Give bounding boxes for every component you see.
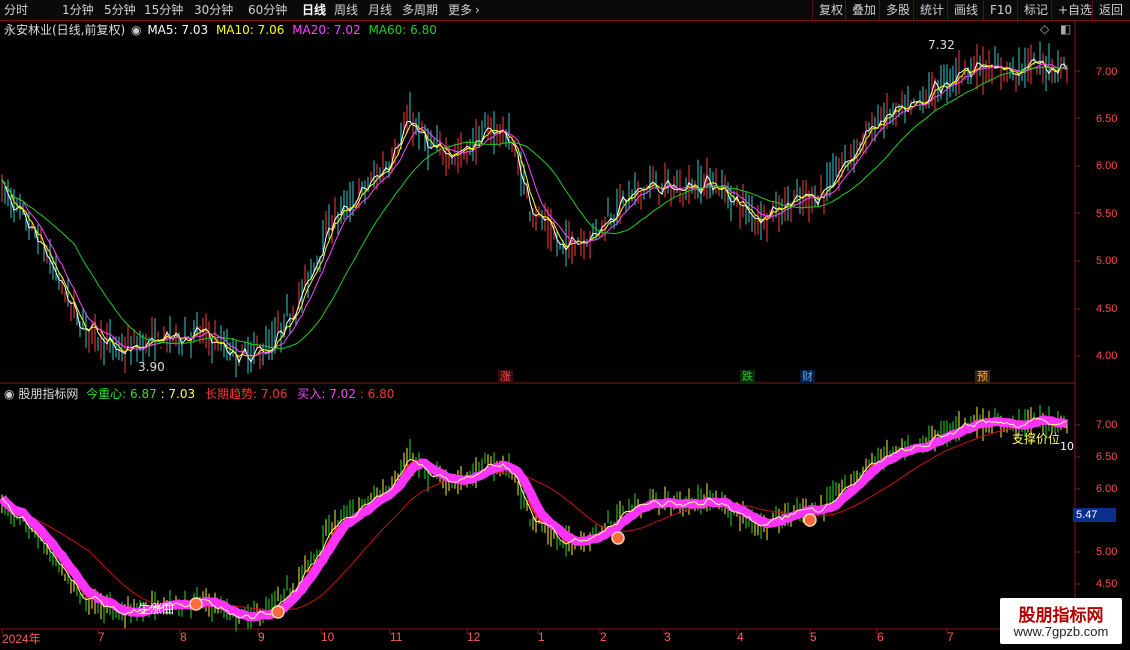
ind-y-tick-label: 6.00 xyxy=(1096,483,1118,495)
kline-chart-canvas[interactable] xyxy=(0,0,1130,650)
current-price-tag: 5.47 xyxy=(1073,508,1116,522)
date-label: 6 xyxy=(877,630,884,644)
date-label: 12 xyxy=(467,630,481,644)
event-marker-rise[interactable]: 涨 xyxy=(498,370,513,384)
buy-signal-dot xyxy=(271,605,285,619)
date-label: 11 xyxy=(390,630,403,644)
settings-circle-icon[interactable]: ◉ xyxy=(4,387,14,401)
buy-signal-dot xyxy=(803,513,817,527)
high-price-annotation: 7.32 xyxy=(928,38,955,52)
low-price-annotation: 3.90 xyxy=(138,360,165,374)
ind-y-tick-label: 6.50 xyxy=(1096,451,1118,463)
buy-extra-legend: : 6.80 xyxy=(359,387,395,401)
y-tick-label: 5.50 xyxy=(1096,208,1118,220)
watermark-title: 股朋指标网 xyxy=(1018,606,1104,626)
date-label: 9 xyxy=(258,630,265,644)
ma60-legend: MA60: 6.80 xyxy=(368,23,437,37)
buy-legend: 买入: 7.02 xyxy=(297,387,356,401)
panel-toggle-icon[interactable]: ◧ xyxy=(1060,22,1071,36)
date-label: 8 xyxy=(180,630,187,644)
watermark-url: www.7gpzb.com xyxy=(1013,624,1109,639)
date-label: 1 xyxy=(538,630,545,644)
ind-y-tick-label: 5.00 xyxy=(1096,546,1118,558)
buy-signal-dot xyxy=(189,597,203,611)
date-label: 7 xyxy=(947,630,954,644)
date-label: 3 xyxy=(664,630,671,644)
y-tick-label: 4.50 xyxy=(1096,303,1118,315)
date-label: 2 xyxy=(600,630,607,644)
date-label: 5 xyxy=(810,630,817,644)
y-tick-label: 5.00 xyxy=(1096,255,1118,267)
event-marker-fall[interactable]: 跌 xyxy=(740,370,755,384)
ma10-line xyxy=(1,60,1068,358)
support-price-annotation: 支撑价位 xyxy=(1012,432,1061,446)
indicator-name: 股朋指标网 xyxy=(18,387,79,401)
trend-legend: 长期趋势: 7.06 xyxy=(204,387,288,401)
y-tick-label: 6.00 xyxy=(1096,160,1118,172)
main-panel-header: 永安林业(日线,前复权) ◉ MA5: 7.03 MA10: 7.06 MA20… xyxy=(4,22,437,38)
site-watermark: 股朋指标网 www.7gpzb.com xyxy=(1000,598,1122,644)
stock-title: 永安林业(日线,前复权) xyxy=(4,23,126,37)
ma20-legend: MA20: 7.02 xyxy=(292,23,361,37)
date-label: 2024年 xyxy=(2,632,41,646)
ma5-line xyxy=(1,58,1068,364)
event-marker-finance[interactable]: 财 xyxy=(800,370,815,384)
diamond-icon[interactable]: ◇ xyxy=(1040,22,1049,36)
settings-circle-icon[interactable]: ◉ xyxy=(131,23,141,37)
ma20-line xyxy=(1,62,1068,357)
ind-y-tick-label: 4.50 xyxy=(1096,578,1118,590)
ind-y-tick-label: 7.00 xyxy=(1096,419,1118,431)
indicator-panel-header: ◉ 股朋指标网 今重心: 6.87 : 7.03 长期趋势: 7.06 买入: … xyxy=(4,386,394,402)
center-extra-legend: : 7.03 xyxy=(160,387,196,401)
y-tick-label: 7.00 xyxy=(1096,66,1118,78)
event-marker-forecast[interactable]: 预 xyxy=(975,370,990,384)
start-curve-annotation: 生涨曲 xyxy=(138,602,175,616)
ma5-legend: MA5: 7.03 xyxy=(147,23,209,37)
center-legend: 今重心: 6.87 xyxy=(86,387,157,401)
buy-signal-dot xyxy=(611,531,625,545)
date-label: 10 xyxy=(321,630,335,644)
date-label: 4 xyxy=(737,630,744,644)
support-count-annotation: 10 xyxy=(1060,440,1074,453)
ma60-line xyxy=(1,66,1068,349)
date-label: 7 xyxy=(98,630,105,644)
y-tick-label: 4.00 xyxy=(1096,350,1118,362)
ma10-legend: MA10: 7.06 xyxy=(215,23,285,37)
y-tick-label: 6.50 xyxy=(1096,113,1118,125)
